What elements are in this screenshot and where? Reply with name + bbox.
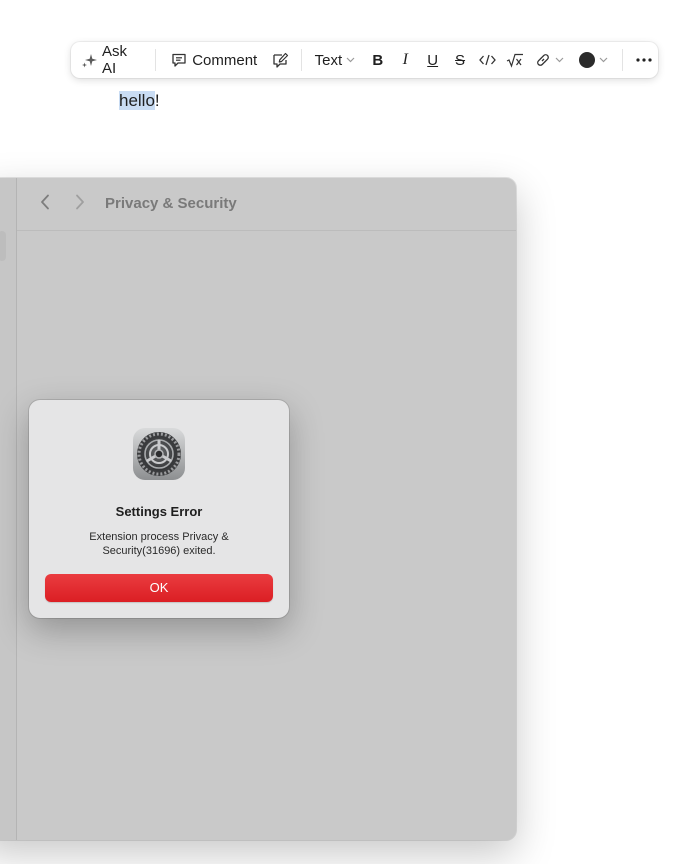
format-toolbar: Ask AI Comment Text B I U S: [71, 42, 658, 78]
math-equation-button[interactable]: [501, 46, 528, 74]
more-horizontal-icon: [636, 58, 652, 62]
alert-message: Extension process Privacy & Security(316…: [89, 531, 229, 557]
text-color-dropdown[interactable]: [578, 46, 608, 74]
italic-button[interactable]: I: [392, 46, 419, 74]
chevron-left-icon: [40, 194, 50, 215]
strikethrough-button[interactable]: S: [446, 46, 473, 74]
toolbar-divider: [155, 49, 157, 71]
system-settings-gear-icon: [132, 427, 186, 481]
link-dropdown[interactable]: [535, 46, 564, 74]
chevron-down-icon: [346, 57, 355, 63]
alert-title: Settings Error: [115, 504, 203, 519]
window-title: Privacy & Security: [105, 195, 237, 212]
window-sidebar: [0, 178, 17, 840]
strikethrough-icon: S: [455, 51, 466, 69]
comment-label: Comment: [192, 51, 258, 69]
ok-button[interactable]: OK: [45, 574, 273, 602]
chevron-down-icon: [599, 57, 608, 63]
comment-button[interactable]: Comment: [171, 46, 257, 74]
selected-text[interactable]: hello: [119, 91, 155, 110]
more-options-button[interactable]: [631, 46, 658, 74]
underline-icon: U: [427, 51, 439, 69]
toolbar-divider: [621, 49, 623, 71]
ask-ai-label: Ask AI: [102, 43, 128, 77]
comment-icon: [171, 52, 187, 68]
sidebar-selection: [0, 231, 6, 261]
paragraph-text: !: [154, 91, 160, 110]
code-icon: [479, 54, 496, 66]
italic-icon: I: [402, 51, 408, 68]
window-toolbar: Privacy & Security: [17, 178, 516, 231]
suggest-edit-button[interactable]: [267, 46, 294, 74]
ask-ai-button[interactable]: Ask AI: [81, 43, 143, 77]
toolbar-divider: [300, 49, 302, 71]
document-paragraph[interactable]: hello!: [119, 89, 160, 113]
bold-button[interactable]: B: [364, 46, 391, 74]
inline-code-button[interactable]: [474, 46, 501, 74]
underline-button[interactable]: U: [419, 46, 446, 74]
chevron-down-icon: [555, 57, 564, 63]
forward-button[interactable]: [70, 194, 90, 214]
link-icon: [535, 52, 551, 68]
bold-icon: B: [372, 51, 384, 69]
text-style-dropdown[interactable]: Text: [315, 46, 356, 74]
color-swatch-icon: [578, 52, 595, 68]
text-style-label: Text: [314, 51, 343, 69]
sparkle-icon: [81, 52, 98, 69]
chevron-right-icon: [75, 194, 85, 215]
edit-comment-icon: [272, 52, 289, 69]
square-root-icon: [506, 53, 524, 68]
settings-error-alert: Settings Error Extension process Privacy…: [29, 400, 289, 618]
back-button[interactable]: [35, 194, 55, 214]
